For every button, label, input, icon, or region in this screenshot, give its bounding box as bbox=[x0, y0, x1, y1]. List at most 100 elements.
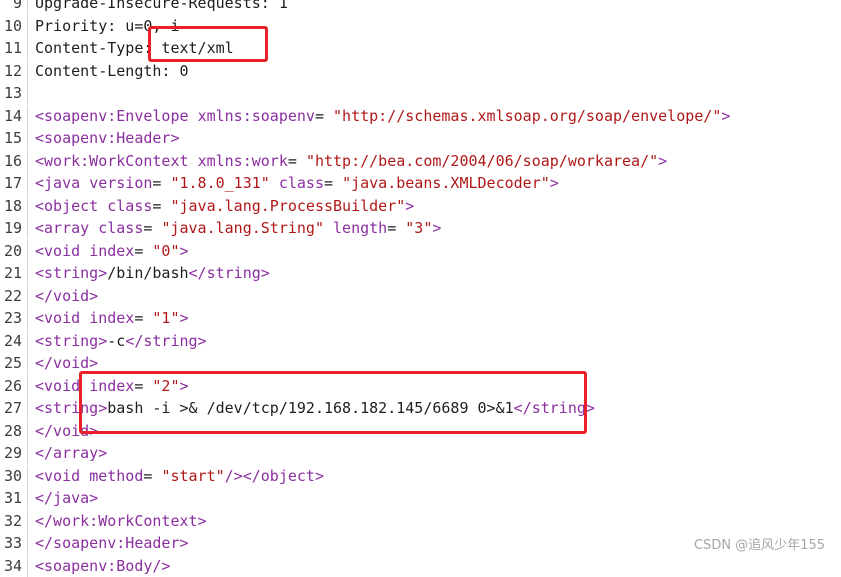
code-line[interactable]: <soapenv:Header> bbox=[35, 127, 180, 149]
code-line[interactable]: <array class= "java.lang.String" length=… bbox=[35, 217, 441, 239]
code-token: </void> bbox=[35, 354, 99, 372]
code-line[interactable]: <string>-c</string> bbox=[35, 330, 207, 352]
code-token: = bbox=[152, 197, 171, 215]
code-line[interactable]: <void method= "start"/></object> bbox=[35, 465, 324, 487]
code-token: < bbox=[35, 107, 45, 125]
code-line[interactable]: <string>/bin/bash</string> bbox=[35, 262, 270, 284]
line-number: 18 bbox=[0, 195, 28, 217]
code-token: = bbox=[324, 174, 343, 192]
code-token: > bbox=[658, 152, 668, 170]
line-number: 32 bbox=[0, 510, 28, 532]
code-token: <void bbox=[35, 309, 81, 327]
line-number: 17 bbox=[0, 172, 28, 194]
code-token: "3" bbox=[405, 219, 433, 237]
code-token: class bbox=[107, 197, 153, 215]
line-number: 16 bbox=[0, 150, 28, 172]
code-token: version bbox=[89, 174, 153, 192]
code-line[interactable]: <void index= "1"> bbox=[35, 307, 189, 329]
code-line[interactable]: </java> bbox=[35, 487, 98, 509]
code-token: "start" bbox=[161, 467, 225, 485]
code-token: "http://schemas.xmlsoap.org/soap/envelop… bbox=[333, 107, 722, 125]
code-line[interactable]: <soapenv:Body/> bbox=[35, 555, 170, 577]
line-number: 9 bbox=[0, 0, 28, 14]
code-token: <string> bbox=[35, 332, 108, 350]
code-token: class bbox=[278, 174, 324, 192]
code-token: -c bbox=[107, 332, 126, 350]
line-number: 22 bbox=[0, 285, 28, 307]
code-token: "1.8.0_131" bbox=[170, 174, 270, 192]
code-token: </soapenv:Header> bbox=[35, 534, 189, 552]
code-token: = bbox=[314, 107, 334, 125]
code-token: index bbox=[89, 309, 135, 327]
code-token: /bin/bash bbox=[107, 264, 189, 282]
code-token: = bbox=[134, 242, 153, 260]
code-line[interactable]: Content-Length: 0 bbox=[35, 60, 189, 82]
line-number: 19 bbox=[0, 217, 28, 239]
code-line[interactable]: Upgrade-Insecure-Requests: 1 bbox=[35, 0, 288, 14]
line-number: 10 bbox=[0, 15, 28, 37]
line-number: 21 bbox=[0, 262, 28, 284]
code-token: > bbox=[179, 309, 189, 327]
code-token: = bbox=[143, 219, 162, 237]
code-token: </array> bbox=[35, 444, 108, 462]
code-line[interactable]: <void index= "0"> bbox=[35, 240, 189, 262]
code-token: </string> bbox=[188, 264, 270, 282]
code-token: > bbox=[549, 174, 559, 192]
code-token: "0" bbox=[152, 242, 180, 260]
code-token: "http://bea.com/2004/06/soap/workarea/" bbox=[305, 152, 659, 170]
line-number: 24 bbox=[0, 330, 28, 352]
code-token: Content-Length: 0 bbox=[35, 62, 189, 80]
code-token: </work:WorkContext> bbox=[35, 512, 207, 530]
code-line[interactable]: </work:WorkContext> bbox=[35, 510, 207, 532]
line-number: 29 bbox=[0, 442, 28, 464]
code-line[interactable]: </array> bbox=[35, 442, 107, 464]
code-token: <soapenv:Header> bbox=[35, 129, 180, 147]
code-line[interactable]: <object class= "java.lang.ProcessBuilder… bbox=[35, 195, 414, 217]
code-line[interactable]: <java version= "1.8.0_131" class= "java.… bbox=[35, 172, 559, 194]
line-number: 20 bbox=[0, 240, 28, 262]
code-token: = bbox=[143, 467, 162, 485]
line-number: 14 bbox=[0, 105, 28, 127]
code-token: <string> bbox=[35, 264, 108, 282]
request-editor[interactable]: 9 Upgrade-Insecure-Requests: 1 10 Priority:… bbox=[0, 0, 841, 577]
code-token: <array bbox=[35, 219, 90, 237]
code-line[interactable]: <soapenv:Envelope xmlns:soapenv= "http:/… bbox=[35, 105, 730, 127]
code-token: <soapenv:Body/> bbox=[35, 557, 171, 575]
code-token: > bbox=[405, 197, 415, 215]
code-token: = bbox=[287, 152, 306, 170]
code-token: index bbox=[89, 242, 135, 260]
line-number: 26 bbox=[0, 375, 28, 397]
watermark: CSDN @追风少年155 bbox=[693, 538, 825, 553]
line-number: 31 bbox=[0, 487, 28, 509]
code-token: "java.lang.ProcessBuilder" bbox=[170, 197, 406, 215]
code-token: <java bbox=[35, 174, 81, 192]
content-type-highlight bbox=[148, 26, 268, 62]
code-token: <void bbox=[35, 467, 81, 485]
line-number: 30 bbox=[0, 465, 28, 487]
code-line[interactable]: </void> bbox=[35, 285, 98, 307]
code-token: soapenv:Envelope bbox=[44, 107, 189, 125]
code-token: </void> bbox=[35, 287, 99, 305]
line-number: 27 bbox=[0, 397, 28, 419]
code-token: <void bbox=[35, 242, 81, 260]
code-line[interactable]: <work:WorkContext xmlns:work= "http://be… bbox=[35, 150, 667, 172]
code-token: class bbox=[98, 219, 144, 237]
code-line[interactable]: </soapenv:Header> bbox=[35, 532, 189, 554]
code-token: /></object> bbox=[224, 467, 324, 485]
code-token: > bbox=[179, 242, 189, 260]
line-number: 28 bbox=[0, 420, 28, 442]
line-number: 15 bbox=[0, 127, 28, 149]
code-token: > bbox=[721, 107, 731, 125]
code-token: <work:WorkContext bbox=[35, 152, 189, 170]
code-token: = bbox=[152, 174, 171, 192]
line-number: 34 bbox=[0, 555, 28, 577]
code-token: method bbox=[89, 467, 144, 485]
